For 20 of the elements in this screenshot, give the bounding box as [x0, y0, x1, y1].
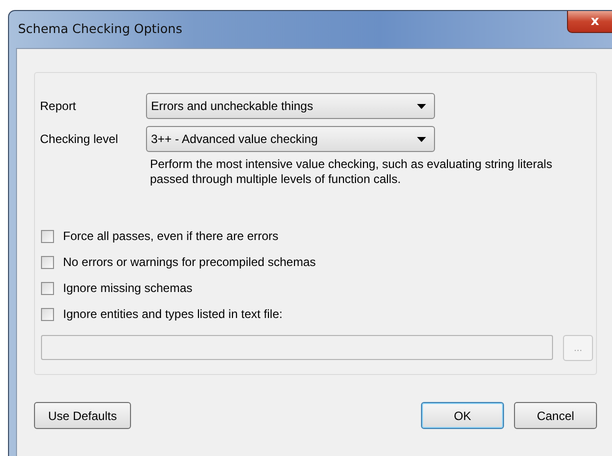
- checkbox-label[interactable]: Ignore entities and types listed in text file:: [63, 307, 282, 321]
- close-button[interactable]: x: [567, 11, 612, 33]
- checkbox-label[interactable]: Force all passes, even if there are errors: [63, 229, 278, 243]
- window-title: Schema Checking Options: [18, 21, 182, 36]
- dialog-button[interactable]: Use Defaults: [34, 402, 131, 429]
- dropdown[interactable]: 3++ - Advanced value checking: [146, 126, 435, 152]
- checkbox-label[interactable]: Ignore missing schemas: [63, 281, 192, 295]
- dropdown-arrow-icon: [417, 136, 426, 142]
- dropdown-arrow-icon: [417, 104, 426, 108]
- checkbox[interactable]: [41, 256, 54, 268]
- dropdown[interactable]: Errors and uncheckable things: [146, 93, 435, 119]
- checkbox[interactable]: [41, 308, 54, 320]
- field-label: Checking level: [40, 132, 120, 146]
- checkbox-label[interactable]: No errors or warnings for precompiled schemas: [63, 255, 316, 269]
- dialog-button[interactable]: OK: [421, 402, 504, 429]
- description-text: Perform the most intensive value checking, such as evaluating string literals passed through multiple levels of function calls.: [150, 157, 554, 187]
- field-label: Report: [40, 99, 78, 113]
- dialog-button[interactable]: Cancel: [514, 402, 597, 429]
- checkbox[interactable]: [41, 282, 54, 294]
- checkbox[interactable]: [41, 230, 54, 242]
